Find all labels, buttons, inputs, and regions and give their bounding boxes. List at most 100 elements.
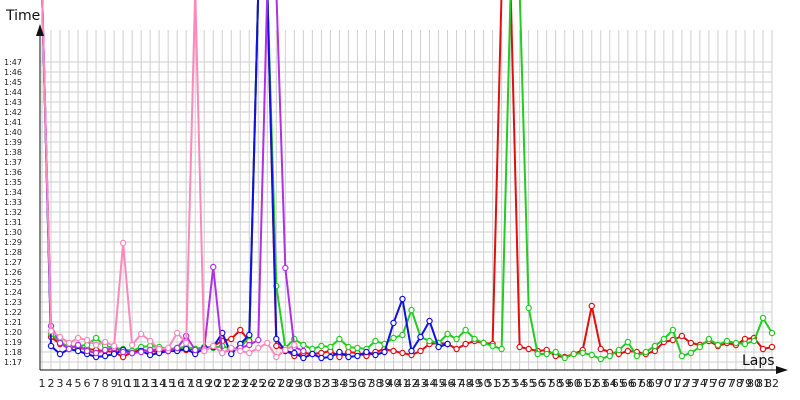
data-point	[372, 337, 379, 345]
data-point	[642, 348, 650, 356]
x-axis-arrow	[776, 366, 788, 374]
y-tick-label: 1:18	[4, 348, 22, 357]
data-point	[182, 339, 190, 347]
data-point	[74, 334, 82, 342]
data-point	[678, 332, 686, 340]
data-point	[237, 347, 244, 355]
y-tick-label: 1:25	[4, 278, 22, 287]
data-point	[732, 339, 740, 347]
data-point	[687, 349, 695, 357]
series-group	[41, 0, 776, 363]
y-tick-label: 1:33	[4, 198, 22, 207]
data-point	[291, 341, 298, 349]
data-point	[219, 349, 226, 357]
data-point	[597, 355, 604, 363]
data-point	[282, 346, 289, 354]
y-axis-title: Time	[5, 8, 40, 24]
data-point	[471, 335, 478, 343]
data-point	[624, 347, 632, 355]
data-point	[146, 337, 154, 345]
y-tick-label: 1:23	[4, 298, 22, 307]
y-tick-label: 1:46	[4, 68, 22, 77]
y-tick-label: 1:43	[4, 98, 22, 107]
data-point	[552, 348, 559, 356]
data-point	[363, 348, 370, 356]
data-point	[606, 352, 613, 360]
data-point	[56, 339, 64, 347]
data-point	[327, 353, 334, 361]
data-point	[390, 347, 397, 355]
y-tick-label: 1:41	[4, 118, 22, 127]
data-point	[300, 347, 307, 355]
data-point	[372, 351, 379, 359]
data-point	[651, 342, 659, 350]
data-point	[768, 329, 776, 337]
data-point	[714, 341, 722, 349]
data-point	[597, 345, 604, 353]
data-point	[300, 341, 307, 349]
data-point	[155, 345, 163, 353]
data-point	[426, 337, 433, 345]
data-point	[246, 349, 253, 357]
data-point	[101, 338, 109, 346]
data-point	[173, 344, 181, 352]
data-point	[435, 343, 442, 351]
data-point	[624, 338, 632, 346]
data-point	[390, 334, 397, 342]
data-point	[56, 333, 64, 341]
x-axis-ticks: 1 2 3 4 5 6 7 8 91011121314151617181920212223242…	[39, 377, 780, 390]
data-point	[660, 335, 668, 343]
data-point	[137, 330, 145, 338]
series-1	[41, 0, 776, 361]
y-tick-label: 1:20	[4, 328, 22, 337]
data-point	[516, 343, 523, 351]
data-point	[128, 341, 136, 349]
y-tick-label: 1:32	[4, 208, 22, 217]
data-point	[228, 335, 235, 343]
data-point	[768, 343, 776, 351]
data-point	[579, 349, 586, 357]
data-point	[83, 336, 91, 344]
y-tick-label: 1:36	[4, 168, 22, 177]
data-point	[390, 319, 397, 327]
data-point	[92, 349, 100, 357]
data-point	[47, 342, 55, 350]
data-point	[534, 350, 541, 358]
data-point	[678, 352, 686, 360]
data-point	[237, 326, 244, 334]
y-tick-label: 1:42	[4, 108, 22, 117]
data-point	[291, 349, 298, 357]
x-tick-label: 8	[102, 377, 109, 390]
y-tick-label: 1:28	[4, 248, 22, 257]
data-point	[399, 331, 406, 339]
y-tick-label: 1:44	[4, 88, 22, 97]
data-point	[723, 337, 731, 345]
data-point	[417, 333, 424, 341]
data-point	[633, 352, 641, 360]
data-point	[318, 354, 325, 362]
data-point	[489, 342, 496, 350]
data-point	[300, 354, 307, 362]
data-point	[201, 347, 208, 355]
data-point	[453, 335, 460, 343]
data-point	[255, 344, 262, 352]
data-point	[137, 348, 145, 356]
data-point	[354, 352, 361, 360]
data-point	[381, 348, 388, 356]
data-point	[146, 346, 154, 354]
y-tick-label: 1:26	[4, 268, 22, 277]
data-point	[318, 342, 325, 350]
data-point	[588, 302, 595, 310]
data-point	[543, 350, 550, 358]
x-tick-label: 82	[765, 377, 779, 390]
data-point	[615, 346, 622, 354]
data-point	[336, 335, 343, 343]
y-tick-label: 1:19	[4, 338, 22, 347]
y-tick-label: 1:35	[4, 178, 22, 187]
data-point	[462, 326, 469, 334]
x-tick-label: 1	[39, 377, 46, 390]
data-point	[444, 330, 451, 338]
data-point	[210, 263, 217, 271]
x-tick-label: 3	[57, 377, 64, 390]
data-point	[128, 349, 136, 357]
